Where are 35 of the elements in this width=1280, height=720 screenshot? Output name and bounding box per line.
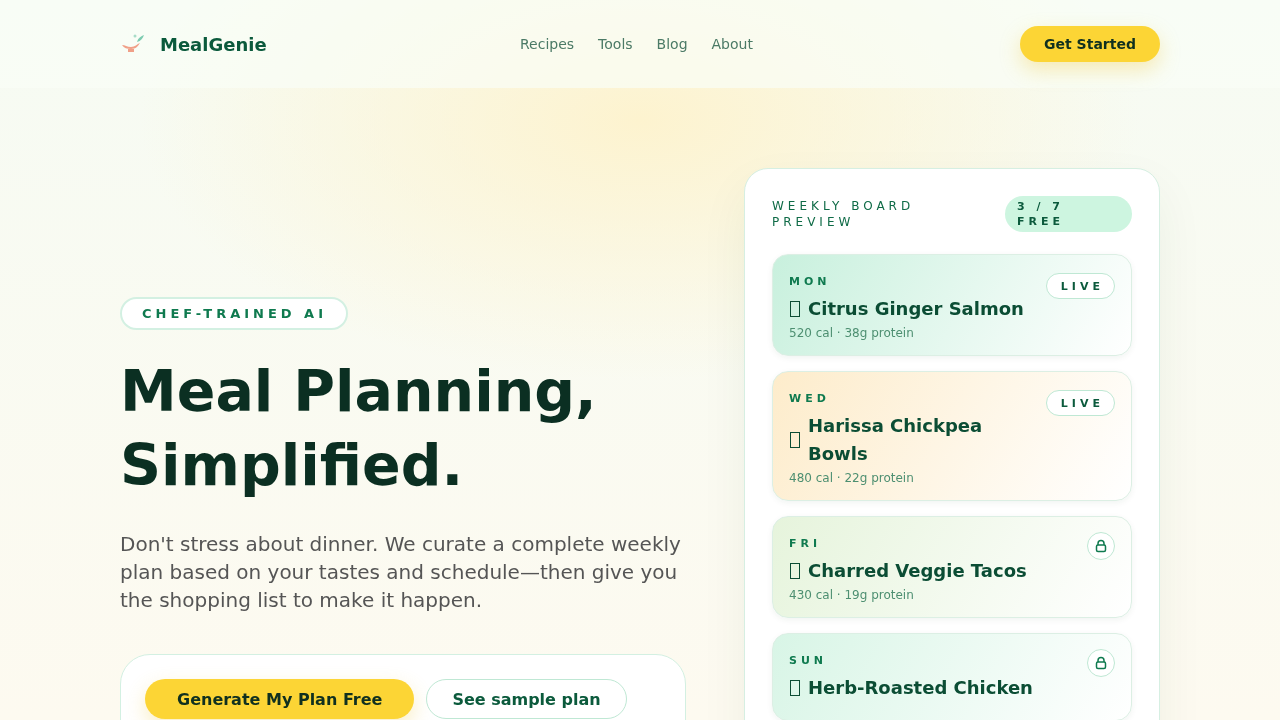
day-label: SUN: [789, 654, 828, 667]
meal-title: Charred Veggie Tacos: [808, 559, 1027, 583]
meal-card[interactable]: SUN Herb-Roasted Chicken: [772, 633, 1132, 720]
nutrition-info: 430 cal · 19g protein: [789, 588, 915, 602]
meal-card[interactable]: WED Harissa Chickpea Bowls 480 cal · 22g protein LIVE: [772, 371, 1132, 501]
hero-heading: Meal Planning,: [120, 357, 598, 426]
hero-description: Don't stress about dinner. We curate a complete weekly plan based on your tastes and schedule—then give you the shopping list to make it happen.: [120, 531, 682, 614]
live-badge: LIVE: [1045, 390, 1115, 416]
nutrition-info: 480 cal · 22g protein: [789, 471, 915, 485]
board-title: WEEKLY BOARD PREVIEW: [772, 198, 916, 230]
live-badge: LIVE: [1045, 273, 1115, 299]
sample-plan-button[interactable]: See sample plan: [426, 679, 627, 719]
free-count-badge: 3 / 7 FREE: [1005, 196, 1132, 232]
nav-link[interactable]: Blog: [656, 36, 688, 52]
meal-title: Harissa Chickpea Bowls: [808, 414, 984, 466]
get-started-button[interactable]: Get Started: [1020, 26, 1160, 62]
meal-title: Citrus Ginger Salmon: [808, 297, 1024, 321]
nutrition-info: 520 cal · 38g protein: [789, 326, 915, 340]
nav-link[interactable]: About: [711, 36, 753, 52]
missing-glyph-icon: [790, 680, 800, 696]
missing-glyph-icon: [790, 563, 800, 579]
day-label: FRI: [789, 537, 822, 550]
meal-card[interactable]: FRI Charred Veggie Tacos 430 cal · 19g protein: [772, 516, 1132, 618]
day-label: WED: [789, 392, 830, 405]
meal-title: Herb-Roasted Chicken: [808, 676, 1033, 700]
day-label: MON: [789, 275, 831, 288]
chef-trained-badge: CHEF-TRAINED AI: [120, 297, 349, 330]
missing-glyph-icon: [790, 432, 800, 448]
generate-plan-button[interactable]: Generate My Plan Free: [145, 679, 415, 719]
missing-glyph-icon: [790, 301, 800, 317]
hero-heading: Simplified.: [120, 431, 465, 500]
nav-link[interactable]: Tools: [598, 36, 633, 52]
nav-link[interactable]: Recipes: [520, 36, 575, 52]
meal-card[interactable]: MON Citrus Ginger Salmon 520 cal · 38g protein LIVE: [772, 254, 1132, 356]
brand-name[interactable]: MealGenie: [160, 33, 267, 55]
